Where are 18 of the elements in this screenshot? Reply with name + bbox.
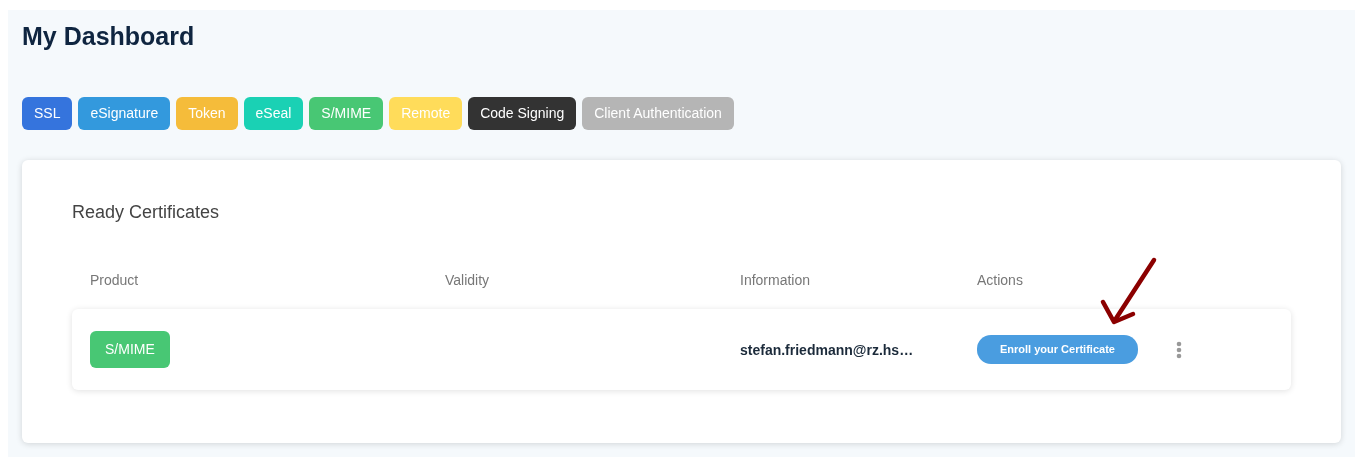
column-header: Information <box>740 272 811 289</box>
filter-button[interactable]: S/MIME <box>309 96 384 130</box>
column-header: Actions <box>977 272 1023 289</box>
column-header: Validity <box>445 272 490 289</box>
filter-button[interactable]: eSeal <box>243 96 304 130</box>
filter-button[interactable]: Remote <box>389 96 463 130</box>
filter-button[interactable]: Code Signing <box>468 96 577 130</box>
information-text: stefan.friedmann@rz.hs… <box>740 341 914 358</box>
filter-button[interactable]: SSL <box>22 96 73 130</box>
product-tag: S/MIME <box>90 331 170 369</box>
filter-button[interactable]: Client Authentication <box>582 96 734 130</box>
more-options-icon[interactable] <box>1175 340 1182 359</box>
column-header: Product <box>90 272 139 289</box>
page-title: My Dashboard <box>22 21 196 52</box>
enroll-button[interactable]: Enroll your Certificate <box>977 335 1138 364</box>
filter-button[interactable]: eSignature <box>78 96 171 130</box>
section-title: Ready Certificates <box>72 201 221 224</box>
filter-button[interactable]: Token <box>176 96 238 130</box>
